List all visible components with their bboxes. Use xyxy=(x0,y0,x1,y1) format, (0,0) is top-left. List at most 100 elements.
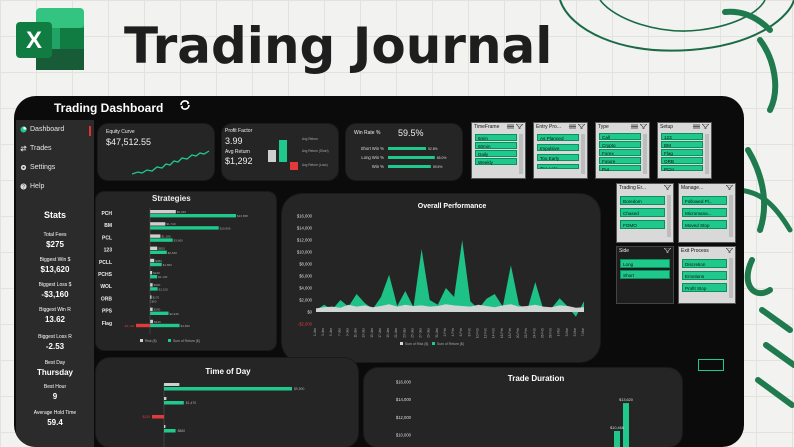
slicer-scrollbar[interactable] xyxy=(705,134,709,174)
slicer-title: Setup xyxy=(660,124,674,130)
slicer-scrollbar[interactable] xyxy=(729,195,733,237)
filter-clear-icon[interactable] xyxy=(516,124,523,129)
x-tick-label: 25-Jan xyxy=(410,328,414,338)
slicer-type[interactable]: Type Call Crypto Forex Future Put xyxy=(595,122,650,179)
nav-help[interactable]: ? Help xyxy=(20,183,44,190)
winrate-label: Win Rate % xyxy=(354,130,381,136)
refresh-icon[interactable] xyxy=(178,98,192,112)
slicer-item[interactable]: Flag xyxy=(661,149,703,156)
slicer-scrollbar[interactable] xyxy=(519,134,523,174)
stat-value: $13,620 xyxy=(40,265,70,274)
filter-clear-icon[interactable] xyxy=(664,248,671,253)
multi-select-icon[interactable] xyxy=(631,124,638,129)
nav-label: Dashboard xyxy=(30,126,65,133)
slicer-item[interactable]: Call xyxy=(599,133,641,140)
y-tick-label: -$2,000 xyxy=(298,322,313,327)
strategy-label: PCLL xyxy=(99,260,112,266)
slicer-item[interactable]: Forex xyxy=(599,149,641,156)
strategy-label: WOL xyxy=(100,284,112,290)
slicer-item[interactable]: ORB xyxy=(661,157,703,164)
equity-label: Equity Curve xyxy=(106,129,135,135)
slicer-item[interactable]: PCH xyxy=(661,165,703,172)
strategy-return-bar xyxy=(150,250,167,254)
slicer-item[interactable]: Short xyxy=(620,270,670,279)
slicer-item[interactable]: Micromana... xyxy=(682,208,727,217)
slicer-item[interactable]: Daily xyxy=(475,150,517,157)
slicer-item[interactable]: 60min xyxy=(475,142,517,149)
winrate-row-label: Long Win % xyxy=(361,155,384,160)
slicer-item[interactable]: Too Early xyxy=(537,154,579,161)
stat-label: Best Day xyxy=(44,360,66,366)
slicer-scrollbar[interactable] xyxy=(643,134,647,174)
filter-clear-icon[interactable] xyxy=(726,185,733,190)
profit-legend: Avg Return (Loss) xyxy=(302,163,328,167)
slicer-timeframe[interactable]: TimeFrame 5min 60min Daily Weekly xyxy=(471,122,526,179)
filter-clear-icon[interactable] xyxy=(702,124,709,129)
slicer-item[interactable]: Too Late xyxy=(537,164,579,169)
slicer-item[interactable]: BM xyxy=(661,141,703,148)
nav-label: Help xyxy=(30,183,45,190)
winrate-bars: Short Win % 52.8% Long Win % 65.0% Win % 59.5… xyxy=(361,146,447,169)
x-tick-label: 19-Jan xyxy=(386,328,390,338)
duration-chart: Trade Duration $10,000 $12,000 $14,000 $16,0… xyxy=(396,374,633,447)
y-tick-label: $8,000 xyxy=(299,262,312,267)
slicer-item[interactable]: Profit Stop xyxy=(682,283,727,292)
slicer-item[interactable]: Followed Pl... xyxy=(682,196,727,205)
slicer-item[interactable]: Chased xyxy=(620,208,665,217)
multi-select-icon[interactable] xyxy=(507,124,514,129)
slicer-title: Exit Process xyxy=(681,248,709,254)
strategy-return-bar xyxy=(150,311,169,315)
nav-settings[interactable]: Settings xyxy=(20,164,55,171)
slicer-item[interactable]: Put xyxy=(599,165,641,172)
filter-clear-icon[interactable] xyxy=(664,185,671,190)
slicer-item[interactable]: Long xyxy=(620,259,670,268)
filter-clear-icon[interactable] xyxy=(640,124,647,129)
slicer-trading-errors[interactable]: Trading Er... Boredom Chased FOMO xyxy=(616,183,674,243)
filter-clear-icon[interactable] xyxy=(726,248,733,253)
slicer-scrollbar[interactable] xyxy=(667,195,671,237)
x-tick-label: 21-Jan xyxy=(394,328,398,338)
slicer-management[interactable]: Manage... Followed Pl... Micromana... Mo… xyxy=(678,183,736,243)
slicer-item[interactable]: Discretion xyxy=(682,259,727,268)
slicer-title: Entry Pro... xyxy=(536,124,562,130)
slicer-item[interactable]: Boredom xyxy=(620,196,665,205)
slicer-item[interactable]: FOMO xyxy=(620,220,665,229)
active-indicator xyxy=(89,126,91,136)
slicer-setup[interactable]: Setup 123 BM Flag ORB PCH xyxy=(657,122,712,179)
nav-trades[interactable]: Trades xyxy=(20,145,52,152)
slicer-item[interactable]: 123 xyxy=(661,133,703,140)
avg-return-bar xyxy=(268,150,276,162)
filter-clear-icon[interactable] xyxy=(578,124,585,129)
slicer-item[interactable]: As Planned xyxy=(537,134,579,141)
strategy-return-bar xyxy=(150,214,236,218)
dashboard-window: Trading Dashboard Dashboard Trades Setti… xyxy=(14,96,744,447)
slicer-item[interactable]: Crypto xyxy=(599,141,641,148)
nav-dashboard[interactable]: Dashboard xyxy=(20,126,64,133)
strategy-return-label: $2,940 xyxy=(170,312,180,316)
winrate-bar xyxy=(388,165,431,168)
slicer-entry-process[interactable]: Entry Pro... As Planned Impulsive Too Ea… xyxy=(533,122,588,179)
x-tick-label: 27-Jan xyxy=(419,328,423,338)
strategy-label: BM xyxy=(104,223,112,229)
slicer-item[interactable]: Impulsive xyxy=(537,144,579,151)
multi-select-icon[interactable] xyxy=(693,124,700,129)
x-tick-label: 7-Jan xyxy=(337,328,341,336)
winrate-value: 59.5% xyxy=(398,128,424,138)
slicer-item[interactable]: Weekly xyxy=(475,158,517,165)
multi-select-icon[interactable] xyxy=(569,124,576,129)
legend-label: Sum of Return ($) xyxy=(173,339,200,343)
slicer-scrollbar[interactable] xyxy=(581,134,585,174)
slicer-item[interactable]: Future xyxy=(599,157,641,164)
slicer-exit-process[interactable]: Exit Process Discretion Emotions Profit … xyxy=(678,246,736,304)
legend-label: Sum of Risk ($) xyxy=(405,342,428,346)
tod-bar xyxy=(164,387,292,391)
profit-card: Profit Factor 3.99 Avg Return $1,292 Avg… xyxy=(222,124,338,180)
strategy-return-bar xyxy=(150,226,219,230)
slicer-item[interactable]: 5min xyxy=(475,134,517,141)
slicer-side[interactable]: Side Long Short xyxy=(616,246,674,304)
x-tick-label: 9-Jan xyxy=(345,328,349,336)
slicer-item[interactable]: Emotions xyxy=(682,271,727,280)
slicer-scrollbar[interactable] xyxy=(729,258,733,298)
strategy-return-label: $4,690 xyxy=(181,324,191,328)
slicer-item[interactable]: Moved Stop xyxy=(682,220,727,229)
